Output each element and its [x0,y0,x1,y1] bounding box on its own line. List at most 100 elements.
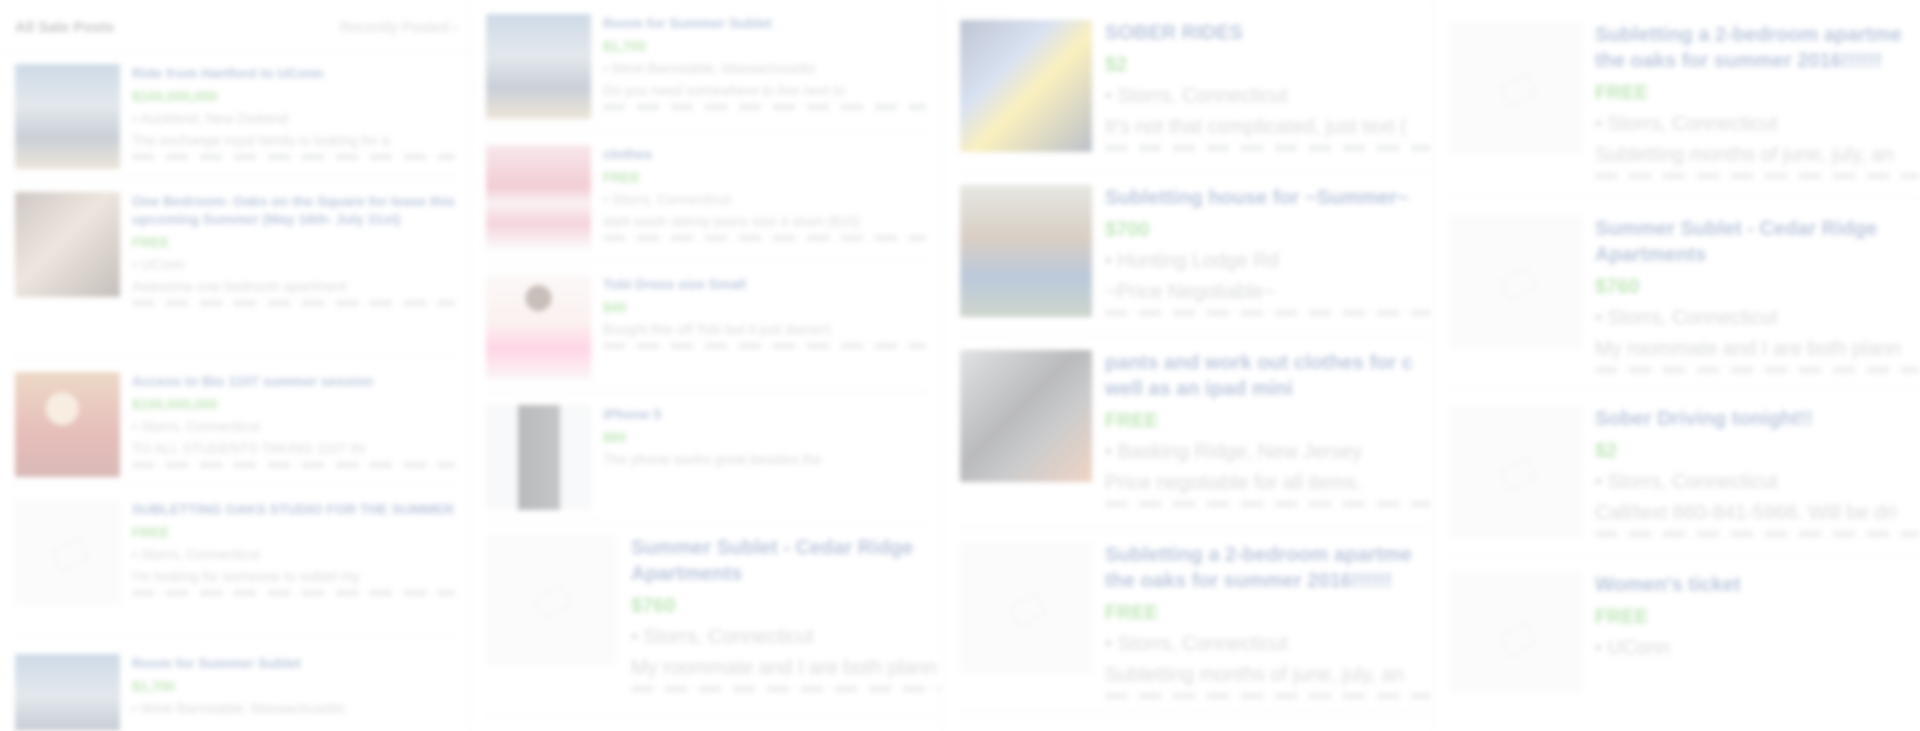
listing-title[interactable]: SOBER RIDES [1105,20,1431,46]
listing-photo[interactable] [1450,216,1582,348]
listing-photo[interactable] [486,405,591,510]
sort-dropdown[interactable]: Recently Posted › [340,19,458,36]
list-header: All Sale Posts Recently Posted › [0,0,470,53]
listing-photo[interactable] [1450,22,1582,154]
listing-photo[interactable] [1450,406,1582,538]
text-placeholder [132,154,455,161]
text-placeholder [132,300,455,307]
listing-card[interactable]: Room for Summer Sublet $1,700 • West Bar… [15,654,455,731]
listing-photo[interactable] [960,542,1092,674]
listing-card[interactable]: SUBLETTING OAKS STUDIO FOR THE SUMMER FR… [15,500,455,639]
listing-location: • Hunting Lodge Rd [1105,250,1279,272]
listing-description: ~Price Negotiable~ [1105,281,1276,303]
listing-card[interactable]: Summer Sublet - Cedar Ridge Apartments $… [1450,216,1920,389]
listing-photo[interactable] [15,192,120,297]
text-placeholder [132,462,455,469]
listing-card[interactable]: Access to Bio 1107 summer session $100,0… [15,372,455,485]
listing-title[interactable]: Sober Driving tonight!! [1595,406,1920,432]
listing-title[interactable]: Room for Summer Sublet [603,14,926,32]
image-placeholder-icon [1008,591,1048,629]
listing-title[interactable]: Access to Bio 1107 summer session [132,372,455,390]
listing-photo[interactable] [15,654,120,731]
listing-title[interactable]: Summer Sublet - Cedar Ridge Apartments [1595,216,1920,268]
listing-title[interactable]: pants and work out clothes for c well as… [1105,350,1431,402]
listing-card[interactable]: SOBER RIDES $2 • Storrs, Connecticut It'… [960,20,1431,173]
listing-price: $100,000,000 [132,396,218,413]
listing-photo[interactable] [960,185,1092,317]
listing-title[interactable]: One Bedroom- Oaks on the Square for leas… [132,192,455,228]
listing-description: It's not that complicated, just text ( [1105,116,1407,138]
feed-column-3: SOBER RIDES $2 • Storrs, Connecticut It'… [943,0,1431,731]
listing-location: • Storrs, Connecticut [132,418,260,435]
listing-title[interactable]: iPhone 5 [603,405,926,423]
listing-price: $80 [603,429,627,446]
listing-photo[interactable] [960,20,1092,152]
listing-photo[interactable] [486,535,616,665]
listing-card[interactable]: Ride from Hartford to UConn $100,000,000… [15,64,455,177]
listing-location: • Storrs, Connecticut [1595,307,1778,329]
listing-photo[interactable] [1450,572,1582,692]
listing-price: $1,700 [132,678,175,695]
listing-photo[interactable] [960,350,1092,482]
listing-price: $1,700 [603,38,646,55]
listing-photo[interactable] [486,145,591,250]
listing-card[interactable]: Tobi Dress size Small $40 Bought this of… [486,275,926,392]
listing-photo[interactable] [15,500,120,605]
listing-photo[interactable] [486,275,591,380]
listing-location: • Storrs, Connecticut [631,626,814,648]
listing-title[interactable]: Room for Summer Sublet [132,654,455,672]
listing-description: Subletting months of june, july, an [1105,664,1404,686]
listing-location: • Storrs, Connecticut [1595,471,1778,493]
feed-column-1: All Sale Posts Recently Posted › Ride fr… [0,0,470,731]
listing-card[interactable]: Subletting a 2-bedroom apartme the oaks … [1450,22,1920,199]
listing-photo[interactable] [15,372,120,477]
listing-title[interactable]: Summer Sublet - Cedar Ridge Apartments [631,535,941,587]
listing-location: • Storrs, Connecticut [603,191,731,208]
listing-description: Do you need somewhere to live next to [603,82,846,99]
listing-card[interactable]: Subletting a 2-bedroom apartme the oaks … [960,542,1431,713]
listing-card[interactable]: Sober Driving tonight!! $2 • Storrs, Con… [1450,406,1920,557]
text-placeholder [603,343,926,350]
text-placeholder [1595,173,1920,179]
listing-description: My roommate and I are both plann [631,657,937,679]
listing-description: TO ALL STUDENTS TAKING 1107 IN [132,440,365,457]
listing-description: Subletting months of june, july, an [1595,144,1894,166]
image-placeholder-icon [1498,455,1538,493]
listing-price: $2 [1105,54,1128,76]
listing-location: • Storrs, Connecticut [1595,113,1778,135]
listing-card[interactable]: iPhone 5 $80 The phone works great besid… [486,405,926,522]
listing-card[interactable]: clothes FREE • Storrs, Connecticut dark … [486,145,926,262]
text-placeholder [1105,310,1431,316]
listing-title[interactable]: Subletting a 2-bedroom apartme the oaks … [1595,22,1920,74]
listing-description: The phone works great besides the [603,451,822,468]
listing-description: The exchange royal family is looking for… [132,132,390,149]
listing-description: I'm looking for someone to sublet my [132,568,360,585]
listing-card[interactable]: pants and work out clothes for c well as… [960,350,1431,529]
listing-title[interactable]: Subletting house for ~Summer~ [1105,185,1431,211]
listing-card[interactable]: Women's ticket FREE • UConn [1450,572,1920,692]
text-placeholder [132,590,455,597]
text-placeholder [1105,501,1431,507]
listing-title[interactable]: Subletting a 2-bedroom apartme the oaks … [1105,542,1431,594]
listing-photo[interactable] [486,14,591,119]
listing-location: • Storrs, Connecticut [1105,633,1288,655]
listing-location: • Auckland, New Zealand [132,110,288,127]
listing-title[interactable]: Women's ticket [1595,572,1920,598]
listing-price: FREE [1595,82,1649,104]
listing-description: Price negotiable for all items. [1105,472,1362,494]
listing-title[interactable]: clothes [603,145,926,163]
listing-location: • Storrs, Connecticut [132,546,260,563]
image-placeholder-icon [533,583,573,621]
listing-title[interactable]: Tobi Dress size Small [603,275,926,293]
text-placeholder [1595,367,1920,373]
listing-card[interactable]: Summer Sublet - Cedar Ridge Apartments $… [486,535,941,716]
listing-price: FREE [1105,602,1159,624]
listing-title[interactable]: SUBLETTING OAKS STUDIO FOR THE SUMMER [132,500,455,518]
listing-price: FREE [1595,606,1649,628]
listing-title[interactable]: Ride from Hartford to UConn [132,64,455,82]
listing-card[interactable]: Room for Summer Sublet $1,700 • West Bar… [486,14,926,131]
listing-card[interactable]: Subletting house for ~Summer~ $700 • Hun… [960,185,1431,336]
listing-price: $760 [1595,276,1640,298]
listing-card[interactable]: One Bedroom- Oaks on the Square for leas… [15,192,455,357]
listing-photo[interactable] [15,64,120,169]
